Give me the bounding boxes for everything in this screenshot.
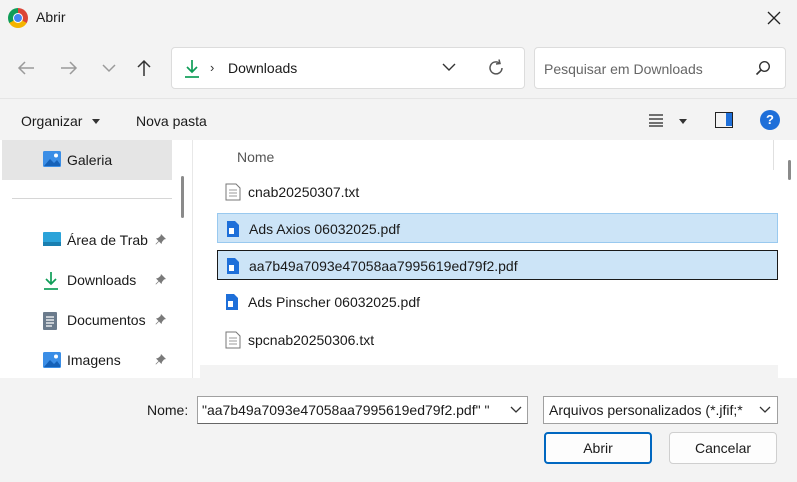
pin-icon[interactable] <box>155 313 167 325</box>
arrow-right-icon <box>61 61 78 75</box>
preview-pane-icon[interactable] <box>715 112 733 128</box>
desktop-icon <box>43 232 61 246</box>
gallery-icon <box>43 151 61 167</box>
organize-button[interactable]: Organizar <box>21 113 82 129</box>
sidebar-item-gallery[interactable]: Galeria <box>2 140 172 180</box>
pin-icon[interactable] <box>155 233 167 245</box>
view-options-caret-icon[interactable] <box>679 119 687 124</box>
file-name: Ads Pinscher 06032025.pdf <box>248 294 421 310</box>
chevron-down-icon[interactable] <box>510 404 522 416</box>
sidebar-scrollbar[interactable] <box>181 176 184 218</box>
file-row[interactable]: Ads Axios 06032025.pdf <box>217 213 778 243</box>
dialog-footer: Nome: Arquivos personalizados (*.jfif;* … <box>0 378 797 482</box>
text-file-icon <box>225 183 241 201</box>
file-name: cnab20250307.txt <box>248 184 360 200</box>
sidebar-item-label: Galeria <box>67 152 113 168</box>
sidebar-item-label: Imagens <box>67 352 121 368</box>
sidebar-item-label: Área de Trab <box>67 232 148 248</box>
pin-icon[interactable] <box>155 273 167 285</box>
search-icon[interactable] <box>755 60 771 76</box>
close-icon <box>767 11 781 25</box>
recent-locations-button[interactable] <box>93 52 125 84</box>
search-box[interactable] <box>534 47 786 89</box>
chevron-down-icon <box>102 64 116 73</box>
sidebar-item-documents[interactable]: Documentos <box>0 300 175 340</box>
sidebar-divider <box>12 198 172 199</box>
file-row[interactable]: cnab20250307.txt <box>217 177 778 207</box>
chevron-down-icon[interactable] <box>759 404 771 416</box>
arrow-up-icon <box>137 59 151 76</box>
address-bar[interactable]: › Downloads <box>171 47 525 89</box>
sidebar-item-label: Documentos <box>67 312 146 328</box>
up-button[interactable] <box>128 52 160 84</box>
refresh-icon[interactable] <box>486 58 506 78</box>
pdf-file-icon <box>226 294 238 310</box>
text-file-icon <box>225 331 241 349</box>
navigation-row: › Downloads <box>0 36 797 98</box>
new-folder-button[interactable]: Nova pasta <box>136 113 207 129</box>
file-name: spcnab20250306.txt <box>248 332 375 348</box>
close-button[interactable] <box>751 0 797 36</box>
chevron-down-icon[interactable] <box>442 60 456 74</box>
sidebar-item-label: Downloads <box>67 272 137 288</box>
file-name: Ads Axios 06032025.pdf <box>249 221 401 237</box>
pictures-icon <box>43 352 61 368</box>
file-list-scrollbar[interactable] <box>788 160 791 180</box>
file-row[interactable]: spcnab20250306.txt <box>217 325 778 355</box>
file-row[interactable]: aa7b49a7093e47058aa7995619ed79f2.pdf <box>217 250 778 280</box>
cancel-button[interactable]: Cancelar <box>669 432 777 464</box>
caret-down-icon[interactable] <box>92 119 100 124</box>
file-row[interactable]: Ads Pinscher 06032025.pdf <box>217 287 778 317</box>
command-toolbar: Organizar Nova pasta ? <box>0 98 797 140</box>
download-icon <box>185 60 199 78</box>
chrome-app-icon <box>8 8 28 28</box>
list-view-icon[interactable] <box>648 113 664 127</box>
sidebar-item-downloads[interactable]: Downloads <box>0 260 175 300</box>
breadcrumb-separator: › <box>210 60 215 75</box>
open-button[interactable]: Abrir <box>544 432 652 464</box>
breadcrumb-downloads[interactable]: Downloads <box>228 60 297 76</box>
document-icon <box>43 312 57 330</box>
file-type-select[interactable]: Arquivos personalizados (*.jfif;* <box>543 396 778 424</box>
title-bar: Abrir <box>0 0 797 36</box>
search-input[interactable] <box>544 59 744 79</box>
file-name-input[interactable] <box>202 401 502 419</box>
sidebar-item-pictures[interactable]: Imagens <box>0 340 175 378</box>
column-divider[interactable] <box>773 140 774 170</box>
help-icon[interactable]: ? <box>760 110 780 130</box>
pdf-file-icon <box>227 221 239 237</box>
window-title: Abrir <box>36 9 66 25</box>
file-name-combobox[interactable] <box>197 396 528 424</box>
file-list: Nome cnab20250307.txt Ads Axios 06032025… <box>192 140 797 378</box>
download-icon <box>44 272 58 290</box>
sidebar-item-desktop[interactable]: Área de Trab <box>0 220 175 260</box>
file-name-label: Nome: <box>147 402 189 418</box>
navigation-pane: Galeria Área de Trab Downloads Documento… <box>0 140 192 378</box>
pdf-file-icon <box>227 258 239 274</box>
back-button[interactable] <box>10 52 42 84</box>
file-type-value: Arquivos personalizados (*.jfif;* <box>549 402 743 418</box>
file-name: aa7b49a7093e47058aa7995619ed79f2.pdf <box>249 258 518 274</box>
forward-button[interactable] <box>53 52 85 84</box>
arrow-left-icon <box>17 61 34 75</box>
pin-icon[interactable] <box>155 353 167 365</box>
horizontal-scrollbar[interactable] <box>200 365 778 378</box>
column-header-name[interactable]: Nome <box>237 149 274 165</box>
